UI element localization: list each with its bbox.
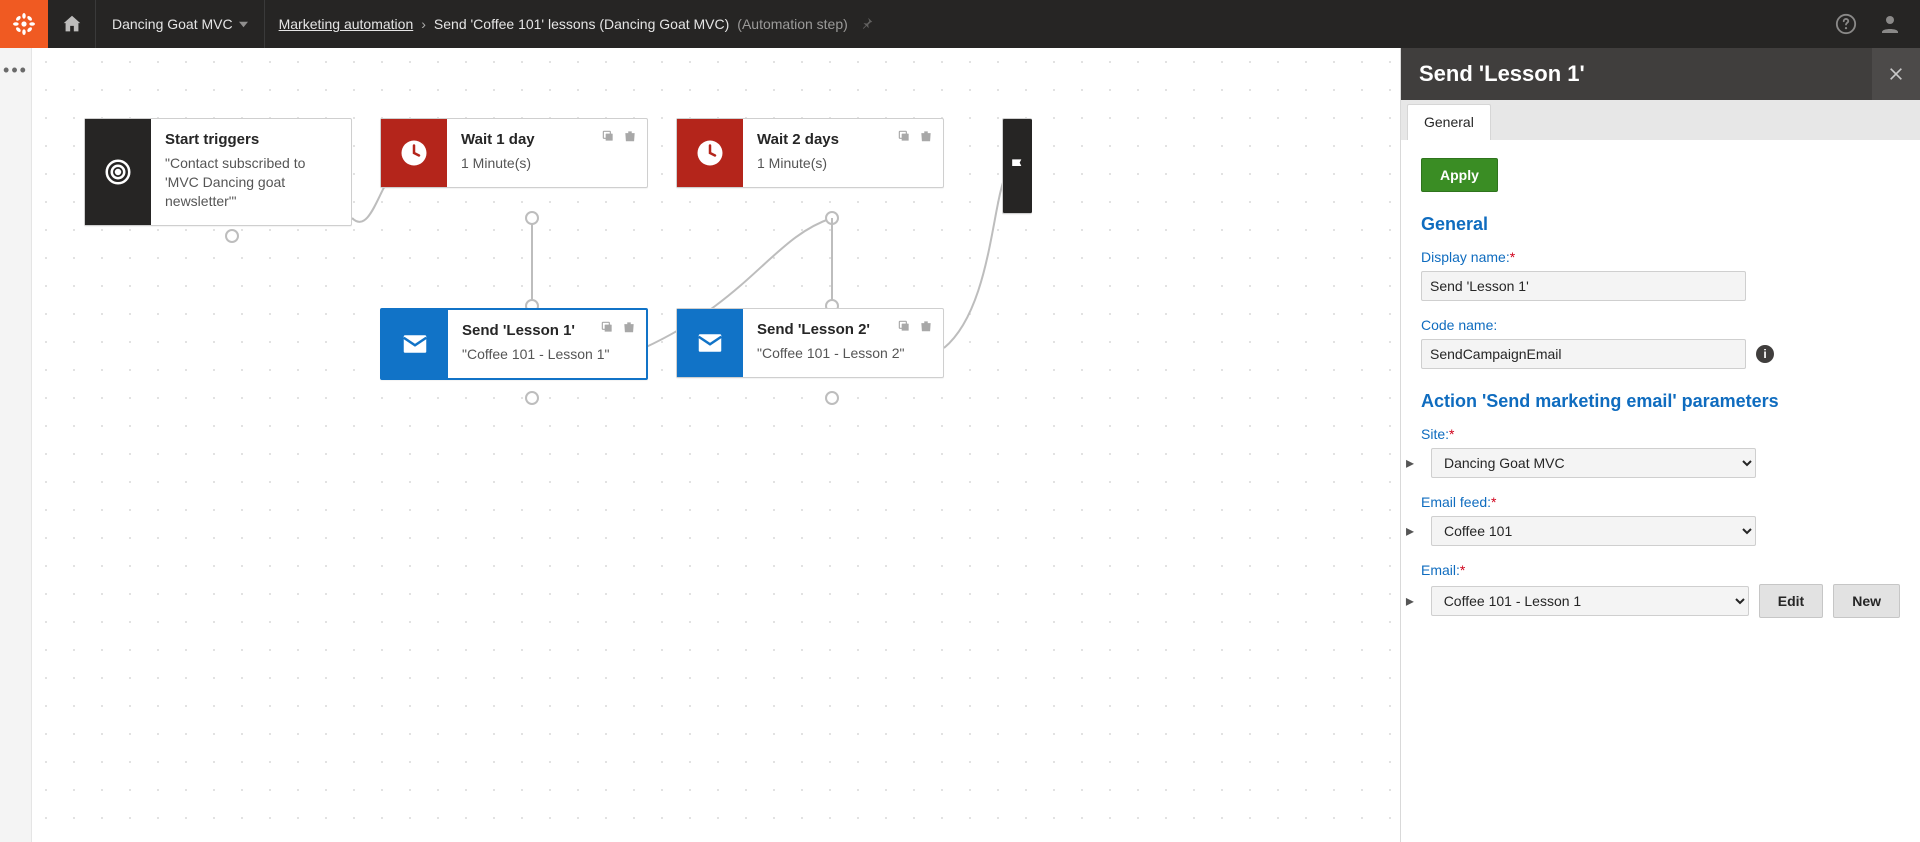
section-heading-action: Action 'Send marketing email' parameters <box>1421 391 1900 412</box>
label-display-name: Display name:* <box>1421 249 1900 265</box>
flag-icon <box>1008 156 1028 176</box>
clock-icon <box>399 138 429 168</box>
panel-close-button[interactable] <box>1872 48 1920 100</box>
node-start-triggers[interactable]: Start triggers "Contact subscribed to 'M… <box>84 118 352 226</box>
clock-icon <box>695 138 725 168</box>
close-icon <box>1888 66 1904 82</box>
apply-button[interactable]: Apply <box>1421 158 1498 192</box>
edit-button[interactable]: Edit <box>1759 584 1823 618</box>
input-display-name[interactable] <box>1421 271 1746 301</box>
node-send-lesson-2[interactable]: Send 'Lesson 2' "Coffee 101 - Lesson 2" <box>676 308 944 378</box>
panel-title: Send 'Lesson 1' <box>1419 61 1585 87</box>
new-button[interactable]: New <box>1833 584 1900 618</box>
node-icon-tile <box>677 119 743 187</box>
copy-icon[interactable] <box>600 320 614 339</box>
trash-icon[interactable] <box>919 319 933 338</box>
site-switcher[interactable]: Dancing Goat MVC <box>96 0 265 48</box>
trash-icon[interactable] <box>919 129 933 148</box>
node-wait-2[interactable]: Wait 2 days 1 Minute(s) <box>676 118 944 188</box>
select-site[interactable]: Dancing Goat MVC <box>1431 448 1756 478</box>
mail-icon <box>400 329 430 359</box>
automation-canvas[interactable]: Start triggers "Contact subscribed to 'M… <box>32 48 1400 842</box>
label-email: Email:* <box>1421 562 1900 578</box>
node-icon-tile <box>85 119 151 225</box>
topbar: Dancing Goat MVC Marketing automation › … <box>0 0 1920 48</box>
help-icon <box>1835 13 1857 35</box>
home-icon <box>61 13 83 35</box>
breadcrumb-item-label: Send 'Coffee 101' lessons (Dancing Goat … <box>434 16 729 32</box>
expander-icon[interactable]: ▸ <box>1403 521 1417 541</box>
info-icon[interactable]: i <box>1756 345 1774 363</box>
mail-icon <box>695 328 725 358</box>
breadcrumb-separator: › <box>421 16 426 32</box>
input-code-name[interactable] <box>1421 339 1746 369</box>
node-send-lesson-1[interactable]: Send 'Lesson 1' "Coffee 101 - Lesson 1" <box>380 308 648 380</box>
section-heading-general: General <box>1421 214 1900 235</box>
node-icon-tile <box>677 309 743 377</box>
field-code-name: Code name: i <box>1421 317 1900 369</box>
label-site: Site:* <box>1421 426 1900 442</box>
more-icon[interactable]: ••• <box>3 60 28 81</box>
node-icon-tile <box>381 119 447 187</box>
field-email: Email:* ▸ Coffee 101 - Lesson 1 Edit New <box>1421 562 1900 618</box>
site-switcher-label: Dancing Goat MVC <box>112 16 233 32</box>
node-subtitle: "Coffee 101 - Lesson 2" <box>757 344 929 363</box>
canvas-left-rail: ••• <box>0 48 32 842</box>
copy-icon[interactable] <box>601 129 615 148</box>
node-subtitle: "Coffee 101 - Lesson 1" <box>462 345 632 364</box>
topbar-right <box>1826 0 1920 48</box>
caret-down-icon <box>239 16 248 32</box>
node-icon-tile <box>382 310 448 378</box>
copy-icon[interactable] <box>897 319 911 338</box>
label-code-name: Code name: <box>1421 317 1900 333</box>
field-display-name: Display name:* <box>1421 249 1900 301</box>
select-email[interactable]: Coffee 101 - Lesson 1 <box>1431 586 1749 616</box>
breadcrumb-suffix: (Automation step) <box>737 16 848 32</box>
home-button[interactable] <box>48 0 96 48</box>
node-icon-tile <box>1003 119 1032 213</box>
panel-header: Send 'Lesson 1' <box>1401 48 1920 100</box>
expander-icon[interactable]: ▸ <box>1403 453 1417 473</box>
node-subtitle: 1 Minute(s) <box>461 154 633 173</box>
tab-general[interactable]: General <box>1407 104 1491 140</box>
node-subtitle: "Contact subscribed to 'MVC Dancing goat… <box>165 154 337 211</box>
trash-icon[interactable] <box>623 129 637 148</box>
workspace: ••• <box>0 48 1920 842</box>
field-email-feed: Email feed:* ▸ Coffee 101 <box>1421 494 1900 546</box>
field-site: Site:* ▸ Dancing Goat MVC <box>1421 426 1900 478</box>
breadcrumb-app-link[interactable]: Marketing automation <box>279 16 414 32</box>
expander-icon[interactable]: ▸ <box>1403 591 1417 611</box>
select-email-feed[interactable]: Coffee 101 <box>1431 516 1756 546</box>
panel-tabs: General <box>1401 100 1920 140</box>
properties-panel: Send 'Lesson 1' General Apply General Di… <box>1400 48 1920 842</box>
label-email-feed: Email feed:* <box>1421 494 1900 510</box>
breadcrumb: Marketing automation › Send 'Coffee 101'… <box>265 0 1826 48</box>
trash-icon[interactable] <box>622 320 636 339</box>
copy-icon[interactable] <box>897 129 911 148</box>
help-button[interactable] <box>1826 0 1866 48</box>
node-end-truncated[interactable] <box>1002 118 1032 214</box>
user-button[interactable] <box>1870 0 1910 48</box>
node-wait-1[interactable]: Wait 1 day 1 Minute(s) <box>380 118 648 188</box>
node-subtitle: 1 Minute(s) <box>757 154 929 173</box>
user-icon <box>1878 12 1902 36</box>
kentico-logo-icon <box>11 11 37 37</box>
panel-body: Apply General Display name:* Code name: … <box>1401 140 1920 652</box>
node-title: Start triggers <box>165 131 337 148</box>
app-logo[interactable] <box>0 0 48 48</box>
pin-icon[interactable] <box>860 16 874 33</box>
target-icon <box>103 157 133 187</box>
